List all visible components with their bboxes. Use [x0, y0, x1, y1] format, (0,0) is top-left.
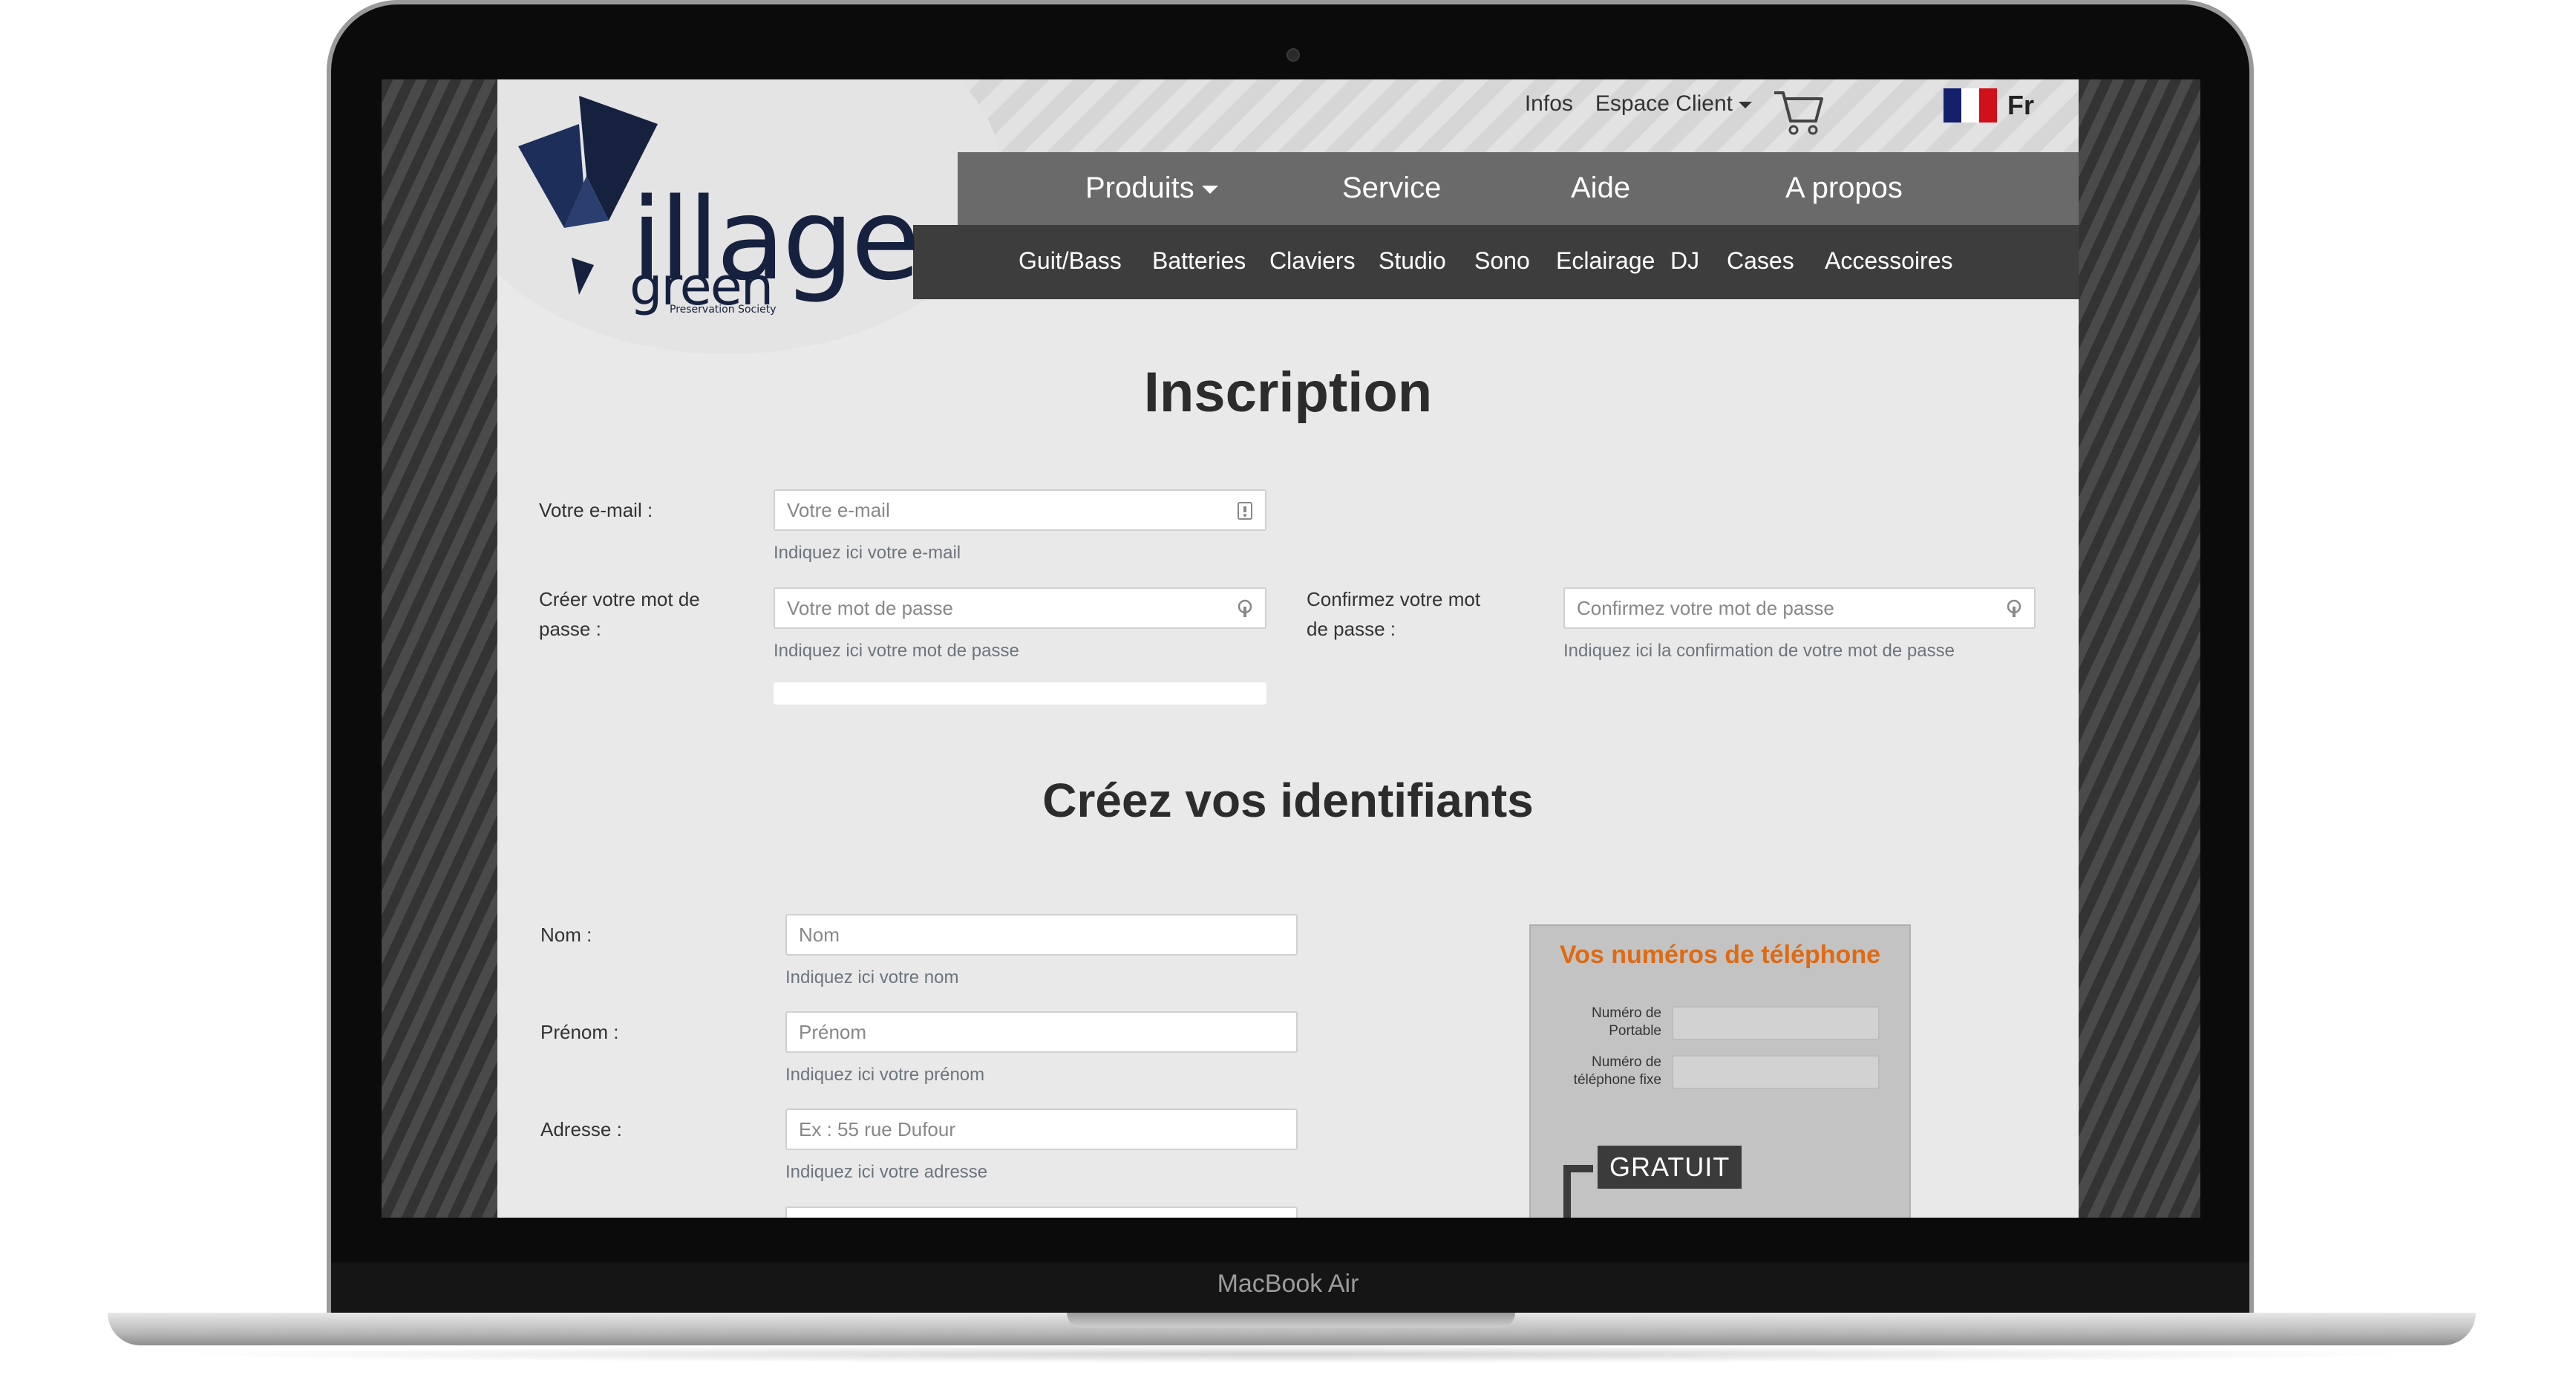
nav-produits-label: Produits: [1085, 172, 1194, 204]
confirm-password-placeholder: Confirmez votre mot de passe: [1577, 596, 1834, 619]
adresse-placeholder: Ex : 55 rue Dufour: [799, 1117, 955, 1140]
badge-bracket: [1563, 1165, 1593, 1218]
subnav-accessoires[interactable]: Accessoires: [1825, 247, 1953, 275]
nav-produits[interactable]: Produits: [1085, 172, 1218, 205]
subnav-sono[interactable]: Sono: [1474, 247, 1530, 275]
nom-hint: Indiquez ici votre nom: [785, 967, 959, 987]
nom-placeholder: Nom: [799, 923, 840, 946]
website: Produits Service Aide A propos Guit/Bass…: [497, 79, 2079, 1218]
flag-red-stripe: [1979, 88, 1997, 123]
email-hint: Indiquez ici votre e-mail: [774, 543, 961, 563]
subnav-batteries[interactable]: Batteries: [1152, 247, 1246, 275]
cart-icon[interactable]: [1771, 85, 1826, 137]
email-label: Votre e-mail :: [539, 499, 653, 521]
infos-link[interactable]: Infos: [1525, 91, 1573, 117]
chevron-down-icon: [1201, 185, 1218, 194]
prenom-label: Prénom :: [540, 1021, 619, 1043]
next-field[interactable]: [785, 1207, 1298, 1218]
nom-field[interactable]: Nom: [785, 914, 1298, 956]
subnav-studio[interactable]: Studio: [1379, 247, 1446, 275]
espace-client-label: Espace Client: [1595, 91, 1733, 116]
phone-numbers-panel: Vos numéros de téléphone Numéro de Porta…: [1529, 924, 1911, 1218]
password-placeholder: Votre mot de passe: [787, 596, 954, 619]
subnav-cases[interactable]: Cases: [1727, 247, 1794, 275]
password-field[interactable]: Votre mot de passe: [774, 587, 1266, 629]
nav-aide[interactable]: Aide: [1571, 172, 1630, 205]
camera-icon: [1287, 48, 1300, 62]
device-model-label: MacBook Air: [1217, 1270, 1359, 1298]
flag-white-stripe: [1961, 88, 1979, 123]
password-label: Créer votre mot de passe :: [539, 588, 700, 640]
adresse-label: Adresse :: [540, 1118, 622, 1140]
prenom-field[interactable]: Prénom: [785, 1011, 1298, 1053]
confirm-password-label: Confirmez votre mot de passe :: [1307, 588, 1481, 640]
fixe-label: Numéro de téléphone fixe: [1573, 1054, 1661, 1088]
laptop-notch: [1067, 1313, 1515, 1328]
gratuit-badge: GRATUIT: [1598, 1146, 1742, 1189]
subnav-guit-bass[interactable]: Guit/Bass: [1019, 247, 1122, 275]
language-selector[interactable]: Fr: [1944, 88, 2034, 123]
language-label: Fr: [2007, 90, 2034, 120]
subnav-dj[interactable]: DJ: [1670, 247, 1699, 275]
adresse-field[interactable]: Ex : 55 rue Dufour: [785, 1109, 1298, 1150]
logo-tagline: Preservation Society: [670, 304, 777, 316]
identifiants-title: Créez vos identifiants: [1042, 774, 1534, 827]
key-icon: [1238, 599, 1252, 617]
left-background: [382, 79, 497, 1218]
mobile-label: Numéro de Portable: [1592, 1005, 1661, 1039]
nav-service[interactable]: Service: [1342, 172, 1441, 205]
subnav-claviers[interactable]: Claviers: [1269, 247, 1356, 275]
password-hint: Indiquez ici votre mot de passe: [774, 641, 1019, 661]
laptop-shadow: [148, 1345, 2435, 1363]
espace-client-dropdown[interactable]: Espace Client: [1595, 91, 1752, 117]
fixe-field[interactable]: [1672, 1055, 1880, 1089]
chevron-down-icon: [1739, 101, 1752, 108]
id-card-icon: [1238, 502, 1252, 520]
phone-panel-title: Vos numéros de téléphone: [1559, 941, 1880, 969]
mobile-field[interactable]: [1672, 1006, 1880, 1040]
screen: Produits Service Aide A propos Guit/Bass…: [382, 79, 2200, 1218]
inscription-title: Inscription: [1143, 361, 1433, 424]
top-links: Infos Espace Client: [1525, 91, 1752, 117]
top-bar: [958, 79, 2079, 152]
subnav-eclairage[interactable]: Eclairage: [1556, 247, 1655, 275]
adresse-hint: Indiquez ici votre adresse: [785, 1162, 988, 1182]
password-strength-bar: [774, 682, 1266, 705]
confirm-password-field[interactable]: Confirmez votre mot de passe: [1563, 587, 2036, 629]
confirm-password-hint: Indiquez ici la confirmation de votre mo…: [1563, 641, 1955, 661]
sub-nav-bar: Guit/Bass Batteries Claviers Studio Sono…: [913, 225, 2079, 299]
right-background: [2079, 79, 2200, 1218]
nav-a-propos[interactable]: A propos: [1785, 172, 1903, 205]
main-nav-bar: Produits Service Aide A propos: [958, 152, 2079, 225]
prenom-placeholder: Prénom: [799, 1020, 867, 1043]
key-icon: [2007, 599, 2021, 617]
nom-label: Nom :: [540, 924, 592, 946]
prenom-hint: Indiquez ici votre prénom: [785, 1065, 985, 1085]
email-placeholder: Votre e-mail: [787, 498, 890, 521]
flag-blue-stripe: [1944, 88, 1961, 123]
email-field[interactable]: Votre e-mail: [774, 489, 1266, 531]
